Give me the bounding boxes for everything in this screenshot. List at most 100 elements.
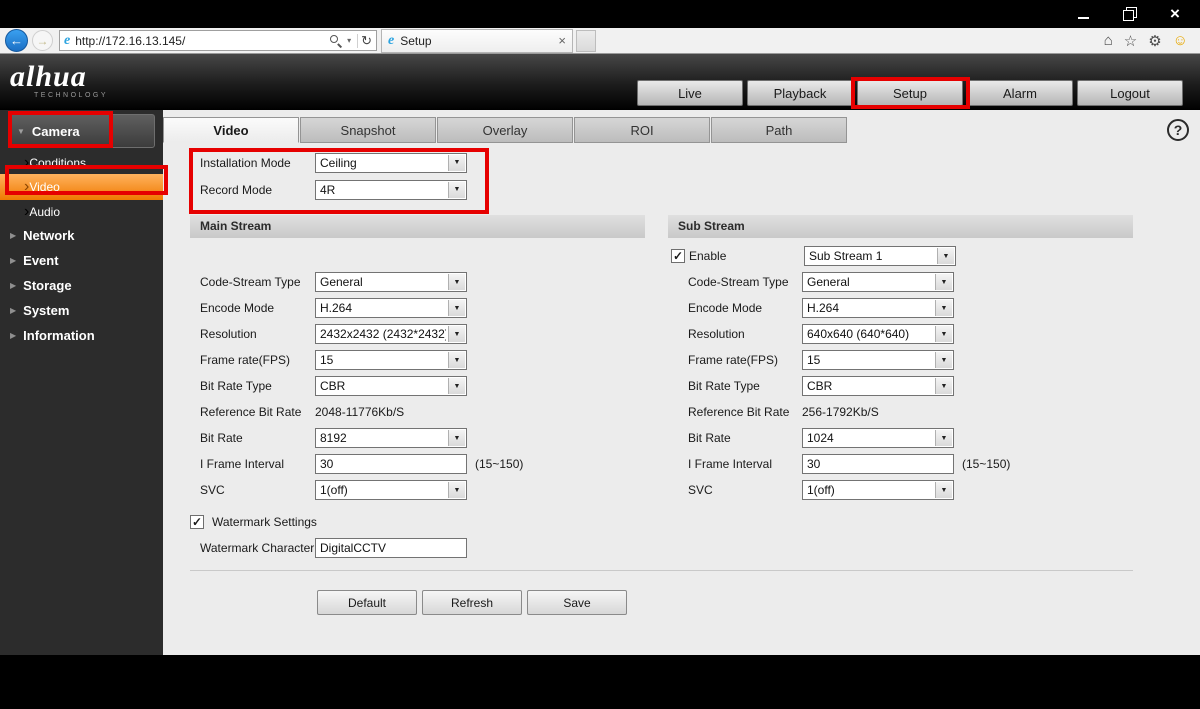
tab-close-icon[interactable]: × [558, 33, 566, 48]
chevron-down-icon: ▼ [935, 378, 952, 394]
sidebar-item-conditions[interactable]: › Conditions [0, 151, 163, 174]
save-button[interactable]: Save [527, 590, 627, 615]
nav-logout-button[interactable]: Logout [1077, 80, 1183, 106]
browser-tab-setup[interactable]: e Setup × [381, 28, 573, 53]
main-resolution-select[interactable]: 2432x2432 (2432*2432) ▼ [315, 324, 467, 344]
sub-bit-rate-type-row: Bit Rate Type CBR ▼ [668, 373, 1133, 399]
sub-enable-row: ✓ Enable Sub Stream 1 ▼ [668, 243, 1133, 269]
main-encode-mode-row: Encode Mode H.264 ▼ [190, 295, 645, 321]
select-value: CBR [807, 379, 833, 393]
default-button[interactable]: Default [317, 590, 417, 615]
refresh-button[interactable]: Refresh [422, 590, 522, 615]
sub-stream-select[interactable]: Sub Stream 1 ▼ [804, 246, 956, 266]
main-reference-bit-rate-label: Reference Bit Rate [200, 405, 302, 419]
tab-roi[interactable]: ROI [574, 117, 710, 143]
main-bit-rate-type-label: Bit Rate Type [200, 379, 272, 393]
record-mode-row: Record Mode 4R ▼ [190, 176, 1200, 203]
sub-frame-rate-select[interactable]: 15 ▼ [802, 350, 954, 370]
sub-i-frame-interval-label: I Frame Interval [688, 457, 773, 471]
chevron-down-icon: ▼ [448, 352, 465, 368]
ie-page-icon: e [64, 32, 71, 48]
back-button[interactable]: ← [5, 29, 28, 52]
nav-playback-button[interactable]: Playback [747, 80, 853, 106]
sub-code-stream-type-select[interactable]: General ▼ [802, 272, 954, 292]
sub-frame-rate-label: Frame rate(FPS) [688, 353, 779, 367]
main-content: Video Snapshot Overlay ROI Path ? Instal… [163, 110, 1200, 655]
back-arrow-icon: ← [10, 33, 23, 48]
sub-i-frame-interval-hint: (15~150) [962, 457, 1011, 471]
sidebar-item-information[interactable]: ▶ Information [0, 323, 163, 348]
tab-video[interactable]: Video [163, 117, 299, 143]
camera-expand-icon: ▼ [17, 126, 25, 136]
installation-mode-value: Ceiling [320, 155, 357, 170]
chevron-down-icon: ▼ [935, 274, 952, 290]
sub-svc-select[interactable]: 1(off) ▼ [802, 480, 954, 500]
main-bit-rate-select[interactable]: 8192 ▼ [315, 428, 467, 448]
sidebar-storage-label: Storage [23, 278, 72, 293]
feedback-smiley-icon[interactable]: ☺ [1173, 32, 1188, 49]
select-value: 640x640 (640*640) [807, 327, 910, 341]
select-value: 2432x2432 (2432*2432) [320, 327, 446, 341]
sidebar-item-network[interactable]: ▶ Network [0, 223, 163, 248]
refresh-icon[interactable]: ↻ [361, 33, 372, 49]
tab-path[interactable]: Path [711, 117, 847, 143]
help-icon[interactable]: ? [1167, 119, 1189, 141]
sub-i-frame-interval-input[interactable] [802, 454, 954, 474]
main-svc-select[interactable]: 1(off) ▼ [315, 480, 467, 500]
main-encode-mode-select[interactable]: H.264 ▼ [315, 298, 467, 318]
sidebar-item-system[interactable]: ▶ System [0, 298, 163, 323]
watermark-character-input[interactable] [315, 538, 467, 558]
main-svc-label: SVC [200, 483, 225, 497]
sidebar-item-camera[interactable]: ▼ Camera [8, 114, 155, 148]
watermark-settings-checkbox[interactable]: ✓ [190, 515, 204, 529]
favorites-star-icon[interactable]: ☆ [1124, 32, 1137, 50]
main-frame-rate-select[interactable]: 15 ▼ [315, 350, 467, 370]
forward-button[interactable]: → [32, 30, 53, 51]
address-bar[interactable]: e http://172.16.13.145/ ▾ ↻ [59, 30, 377, 51]
sidebar-item-video[interactable]: › Video [0, 174, 163, 200]
chevron-down-icon: ▼ [448, 300, 465, 316]
main-bit-rate-type-select[interactable]: CBR ▼ [315, 376, 467, 396]
app-header: alhua TECHNOLOGY Live Playback Setup Ala… [0, 54, 1200, 110]
sub-resolution-select[interactable]: 640x640 (640*640) ▼ [802, 324, 954, 344]
select-value: Sub Stream 1 [809, 249, 883, 263]
chevron-down-icon: ▼ [935, 430, 952, 446]
ie-tab-icon: e [388, 32, 395, 48]
main-code-stream-type-select[interactable]: General ▼ [315, 272, 467, 292]
sidebar-item-event[interactable]: ▶ Event [0, 248, 163, 273]
nav-live-button[interactable]: Live [637, 80, 743, 106]
nav-alarm-button[interactable]: Alarm [967, 80, 1073, 106]
search-icon[interactable] [329, 34, 342, 47]
home-icon[interactable]: ⌂ [1104, 32, 1113, 49]
record-mode-select[interactable]: 4R ▼ [315, 179, 467, 200]
nav-setup-button[interactable]: Setup [857, 80, 963, 106]
chevron-down-icon[interactable]: ▾ [347, 36, 351, 45]
sub-enable-checkbox[interactable]: ✓ [671, 249, 685, 263]
sub-bit-rate-type-select[interactable]: CBR ▼ [802, 376, 954, 396]
installation-mode-select[interactable]: Ceiling ▼ [315, 152, 467, 173]
restore-button[interactable] [1122, 7, 1137, 21]
sub-reference-bit-rate-row: Reference Bit Rate 256-1792Kb/S [668, 399, 1133, 425]
gear-icon[interactable]: ⚙ [1148, 32, 1161, 50]
close-button[interactable]: × [1168, 5, 1182, 22]
main-reference-bit-rate-value: 2048-11776Kb/S [315, 405, 405, 419]
sidebar: ▼ Camera › Conditions › Video › Audio ▶ … [0, 110, 163, 655]
new-tab-button[interactable] [576, 29, 596, 52]
select-value: 15 [807, 353, 821, 367]
select-value: CBR [320, 379, 346, 393]
sub-bit-rate-select[interactable]: 1024 ▼ [802, 428, 954, 448]
url-text: http://172.16.13.145/ [75, 33, 186, 48]
tab-overlay[interactable]: Overlay [437, 117, 573, 143]
main-i-frame-interval-input[interactable] [315, 454, 467, 474]
stream-columns: Main Stream Code-Stream Type General ▼ E… [190, 215, 1200, 561]
tab-snapshot[interactable]: Snapshot [300, 117, 436, 143]
nav-live-label: Live [678, 85, 702, 101]
sidebar-item-audio[interactable]: › Audio [0, 200, 163, 223]
sub-encode-mode-select[interactable]: H.264 ▼ [802, 298, 954, 318]
sidebar-item-storage[interactable]: ▶ Storage [0, 273, 163, 298]
main-stream-section: Main Stream Code-Stream Type General ▼ E… [190, 215, 645, 561]
minimize-button[interactable] [1076, 7, 1090, 21]
branch-arrow-icon: ▶ [10, 231, 17, 240]
browser-navbar: ← → e http://172.16.13.145/ ▾ ↻ e Setup … [0, 28, 1200, 54]
sub-stream-section: Sub Stream ✓ Enable Sub Stream 1 ▼ Code-… [668, 215, 1133, 561]
